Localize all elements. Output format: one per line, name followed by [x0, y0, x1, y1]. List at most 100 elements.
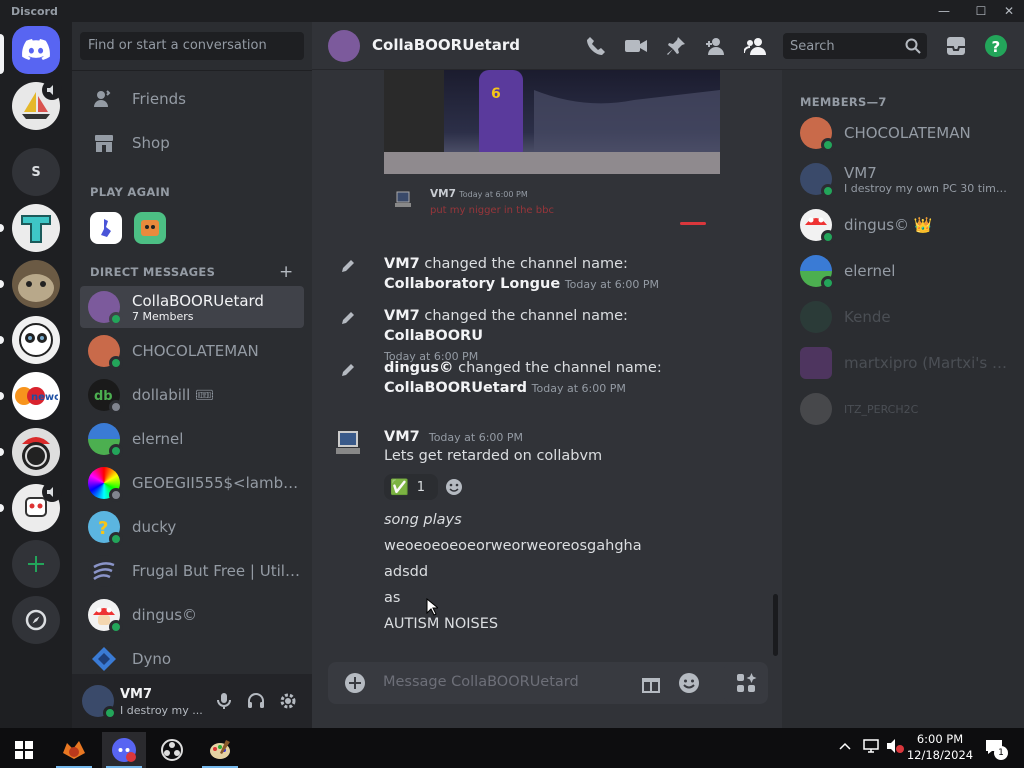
add-reaction-icon[interactable] — [444, 477, 464, 501]
message-text: as — [384, 590, 401, 606]
taskbar-obs[interactable] — [150, 732, 194, 768]
online-status — [109, 312, 123, 326]
channel-title: CollaBOORUetard — [372, 36, 520, 54]
apps-button[interactable] — [724, 662, 768, 704]
server-panda[interactable] — [12, 316, 60, 364]
dm-item-dollabill[interactable]: db dollabill 🎟 — [80, 374, 304, 416]
dm-item-chocolateman[interactable]: CHOCOLATEMAN — [80, 330, 304, 372]
reaction-button[interactable]: ✅ 1 — [384, 474, 438, 500]
find-conversation-input[interactable]: Find or start a conversation — [80, 32, 304, 60]
settings-gear-icon[interactable] — [278, 691, 298, 715]
app-title: Discord — [11, 5, 58, 18]
taskbar-discord[interactable] — [102, 732, 146, 768]
server-seal[interactable] — [12, 260, 60, 308]
help-icon[interactable]: ? — [984, 34, 1008, 58]
dm-members-count: 7 Members — [132, 309, 194, 323]
gift-icon[interactable] — [640, 672, 662, 698]
dm-item-ducky[interactable]: ? ducky — [80, 506, 304, 548]
member-dingus[interactable]: dingus© 👑 — [800, 204, 1020, 246]
member-martxipro[interactable]: martxipro (Martxi's vo... — [800, 342, 1020, 384]
close-button[interactable]: ✕ — [1001, 3, 1017, 19]
dm-item-frugal[interactable]: Frugal But Free | Utilit... — [80, 550, 304, 592]
search-icon — [905, 38, 921, 58]
dm-name: Frugal But Free | Utilit... — [132, 562, 300, 580]
network-icon[interactable] — [862, 738, 880, 758]
discover-button[interactable] — [12, 596, 60, 644]
video-call-icon[interactable] — [624, 34, 648, 58]
member-list-icon[interactable] — [744, 34, 768, 58]
server-t[interactable] — [12, 204, 60, 252]
online-status — [821, 230, 835, 244]
game-figure-icon — [101, 219, 111, 237]
nav-shop[interactable]: Shop — [80, 122, 304, 164]
selected-indicator — [0, 34, 4, 74]
member-kende[interactable]: Kende — [800, 296, 1020, 338]
taskbar-paint[interactable] — [198, 732, 242, 768]
avatar — [800, 347, 832, 379]
start-button[interactable] — [2, 732, 46, 768]
user-avatar[interactable] — [82, 685, 117, 720]
add-server-button[interactable] — [12, 540, 60, 588]
online-status — [821, 184, 835, 198]
message-text: Lets get retarded on collabvm — [384, 448, 603, 464]
seal-avatar-icon — [18, 274, 54, 302]
server-obs[interactable] — [12, 428, 60, 476]
minimize-button[interactable]: — — [936, 3, 952, 19]
maximize-button[interactable]: ☐ — [973, 3, 989, 19]
add-friend-icon[interactable] — [704, 34, 728, 58]
video-thumbnail[interactable]: 6 — [384, 70, 720, 174]
message-author[interactable]: VM7 — [384, 429, 420, 445]
chat-scrollbar[interactable] — [773, 594, 778, 656]
add-dm-button[interactable]: + — [279, 262, 293, 282]
member-name: martxipro (Martxi's vo... — [844, 354, 1010, 372]
dm-name: GEOEGII555$<lambd... — [132, 474, 300, 492]
dm-item-geoegii555[interactable]: GEOEGII555$<lambd... — [80, 462, 304, 504]
user-status: I destroy my ... — [120, 704, 203, 717]
message-composer[interactable]: Message CollaBOORUetard — [328, 662, 766, 704]
message-input[interactable]: Message CollaBOORUetard — [383, 674, 579, 690]
attach-plus-icon[interactable] — [344, 672, 366, 698]
member-vm7[interactable]: VM7 I destroy my own PC 30 times ... — [800, 158, 1020, 200]
svg-text:6: 6 — [491, 86, 501, 102]
dm-sidebar: Find or start a conversation Friends Sho… — [72, 22, 312, 728]
search-placeholder: Search — [790, 39, 835, 54]
headphones-icon[interactable] — [246, 691, 266, 715]
compass-icon — [25, 609, 47, 631]
friends-icon — [92, 87, 116, 111]
notification-badge: 1 — [994, 746, 1008, 760]
pencil-icon — [338, 256, 358, 276]
pin-icon[interactable] — [664, 34, 688, 58]
discord-logo-icon — [22, 39, 50, 60]
channel-header: CollaBOORUetard Search ? — [312, 22, 1024, 70]
dm-item-elernel[interactable]: elernel — [80, 418, 304, 460]
inbox-icon[interactable] — [944, 34, 968, 58]
avatar — [800, 393, 832, 425]
member-itz-perch2c[interactable]: ITZ_PERCH2C — [800, 388, 1020, 430]
volume-muted-icon[interactable] — [886, 738, 904, 758]
nav-friends[interactable]: Friends — [80, 78, 304, 120]
system-clock[interactable]: 6:00 PM 12/18/2024 — [905, 731, 975, 763]
chevron-up-icon[interactable] — [838, 738, 852, 757]
call-icon[interactable] — [584, 34, 608, 58]
dm-item-dingus[interactable]: dingus© — [80, 594, 304, 636]
dm-item-collabooruetard[interactable]: CollaBOORUetard 7 Members — [80, 286, 304, 328]
search-input[interactable]: Search — [783, 33, 927, 59]
pencil-icon — [338, 308, 358, 328]
server-s[interactable]: S — [12, 148, 60, 196]
user-panel: VM7 I destroy my ... — [72, 674, 312, 728]
online-status — [109, 620, 123, 634]
server-newo[interactable]: newo — [12, 372, 60, 420]
emoji-icon[interactable] — [678, 672, 700, 698]
microphone-icon[interactable] — [214, 691, 234, 715]
message-header: VM7 Today at 6:00 PM — [384, 426, 523, 445]
member-name: VM7 — [844, 163, 877, 182]
member-chocolateman[interactable]: CHOCOLATEMAN — [800, 112, 1020, 154]
taskbar-firefox[interactable] — [52, 732, 96, 768]
member-elernel[interactable]: elernel — [800, 250, 1020, 292]
home-button[interactable] — [12, 26, 60, 74]
online-status — [109, 444, 123, 458]
message-avatar[interactable] — [332, 428, 364, 460]
red-bar — [680, 222, 706, 225]
game-icon-1[interactable] — [90, 212, 122, 244]
game-icon-2[interactable] — [134, 212, 166, 244]
